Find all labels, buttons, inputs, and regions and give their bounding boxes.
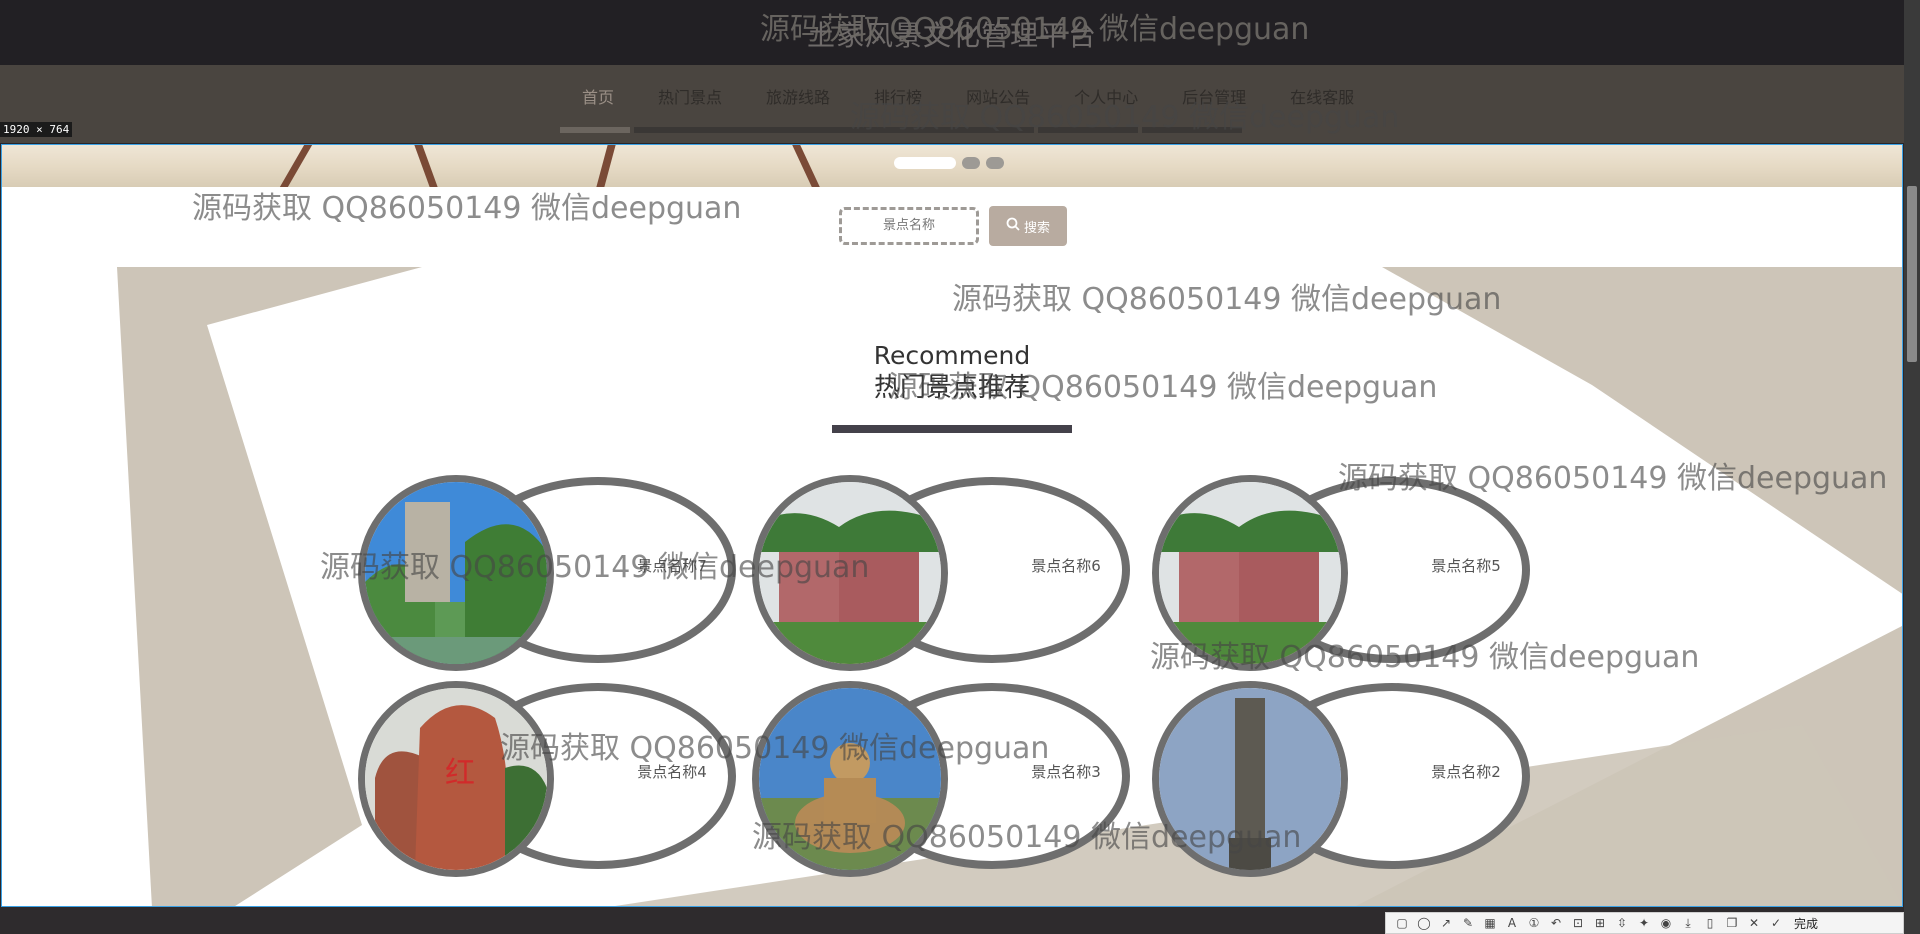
- close-icon[interactable]: ✕: [1746, 915, 1762, 931]
- nav-underline-active: [560, 127, 630, 133]
- watermark: 源码获取 QQ86050149 微信deepguan: [888, 370, 1438, 405]
- pin-icon[interactable]: ✦: [1636, 915, 1652, 931]
- spot-name[interactable]: 景点名称6: [1006, 555, 1126, 576]
- watermark: 源码获取 QQ86050149 微信deepguan: [850, 100, 1400, 135]
- mosaic-icon[interactable]: ▦: [1482, 915, 1498, 931]
- copy-icon[interactable]: ❐: [1724, 915, 1740, 931]
- spot-name[interactable]: 景点名称5: [1406, 555, 1526, 576]
- banner-chair-leg: [596, 145, 616, 187]
- watermark: 源码获取 QQ86050149 微信deepguan: [1338, 461, 1888, 496]
- carousel-dot[interactable]: [986, 157, 1004, 169]
- record-icon[interactable]: ◉: [1658, 915, 1674, 931]
- banner-chair-leg: [414, 145, 438, 187]
- spot-card[interactable]: 红 景点名称4: [358, 681, 743, 877]
- banner-chair-leg: [279, 145, 313, 187]
- spot-name[interactable]: 景点名称2: [1406, 761, 1526, 782]
- search-icon: [1006, 217, 1020, 235]
- banner-carousel: [2, 145, 1902, 187]
- long-screenshot-icon[interactable]: ⇳: [1614, 915, 1630, 931]
- capture-area[interactable]: 景点名称 搜索 Recommend 热门景点推荐 景点名称7 景点名称6 景点名…: [1, 144, 1903, 907]
- undo-icon[interactable]: ↶: [1548, 915, 1564, 931]
- ocr-icon[interactable]: ⊡: [1570, 915, 1586, 931]
- search-button[interactable]: 搜索: [989, 206, 1067, 246]
- page-scrollbar[interactable]: [1904, 0, 1920, 934]
- watermark: 源码获取 QQ86050149 微信deepguan: [1150, 640, 1700, 675]
- banner-chair-leg: [792, 145, 820, 187]
- spot-image[interactable]: 红: [358, 681, 554, 877]
- translate-icon[interactable]: ⊞: [1592, 915, 1608, 931]
- carousel-dot-active[interactable]: [894, 157, 956, 169]
- scrollbar-thumb[interactable]: [1907, 186, 1917, 362]
- carousel-dots: [894, 157, 1004, 169]
- watermark: 源码获取 QQ86050149 微信deepguan: [752, 820, 1302, 855]
- arrow-icon[interactable]: ↗: [1438, 915, 1454, 931]
- carousel-dot[interactable]: [962, 157, 980, 169]
- number-icon[interactable]: ①: [1526, 915, 1542, 931]
- nav-item-hot-spots[interactable]: 热门景点: [636, 80, 744, 112]
- search-input[interactable]: 景点名称: [839, 207, 979, 245]
- section-underline: [832, 425, 1072, 433]
- check-icon[interactable]: ✓: [1768, 915, 1784, 931]
- search-button-label: 搜索: [1023, 220, 1050, 236]
- watermark: 源码获取 QQ86050149 微信deepguan: [500, 731, 1050, 766]
- capture-size-label: 1920 × 764: [0, 122, 73, 137]
- rectangle-icon[interactable]: ▢: [1394, 915, 1410, 931]
- done-button[interactable]: 完成: [1794, 915, 1818, 932]
- watermark: 源码获取 QQ86050149 微信deepguan: [192, 191, 742, 226]
- pen-icon[interactable]: ✎: [1460, 915, 1476, 931]
- watermark: 源码获取 QQ86050149 微信deepguan: [320, 550, 870, 585]
- watermark: 源码获取 QQ86050149 微信deepguan: [760, 12, 1310, 47]
- nav-item-home[interactable]: 首页: [560, 80, 636, 112]
- nav-item-routes[interactable]: 旅游线路: [744, 80, 852, 112]
- text-icon[interactable]: A: [1504, 915, 1520, 931]
- watermark: 源码获取 QQ86050149 微信deepguan: [952, 282, 1502, 317]
- ellipse-icon[interactable]: ◯: [1416, 915, 1432, 931]
- svg-text:红: 红: [445, 756, 475, 791]
- download-icon[interactable]: ⤓: [1680, 915, 1696, 931]
- capture-toolbar: ▢ ◯ ↗ ✎ ▦ A ① ↶ ⊡ ⊞ ⇳ ✦ ◉ ⤓ ▯ ❐ ✕ ✓ 完成: [1385, 912, 1904, 934]
- save-icon[interactable]: ▯: [1702, 915, 1718, 931]
